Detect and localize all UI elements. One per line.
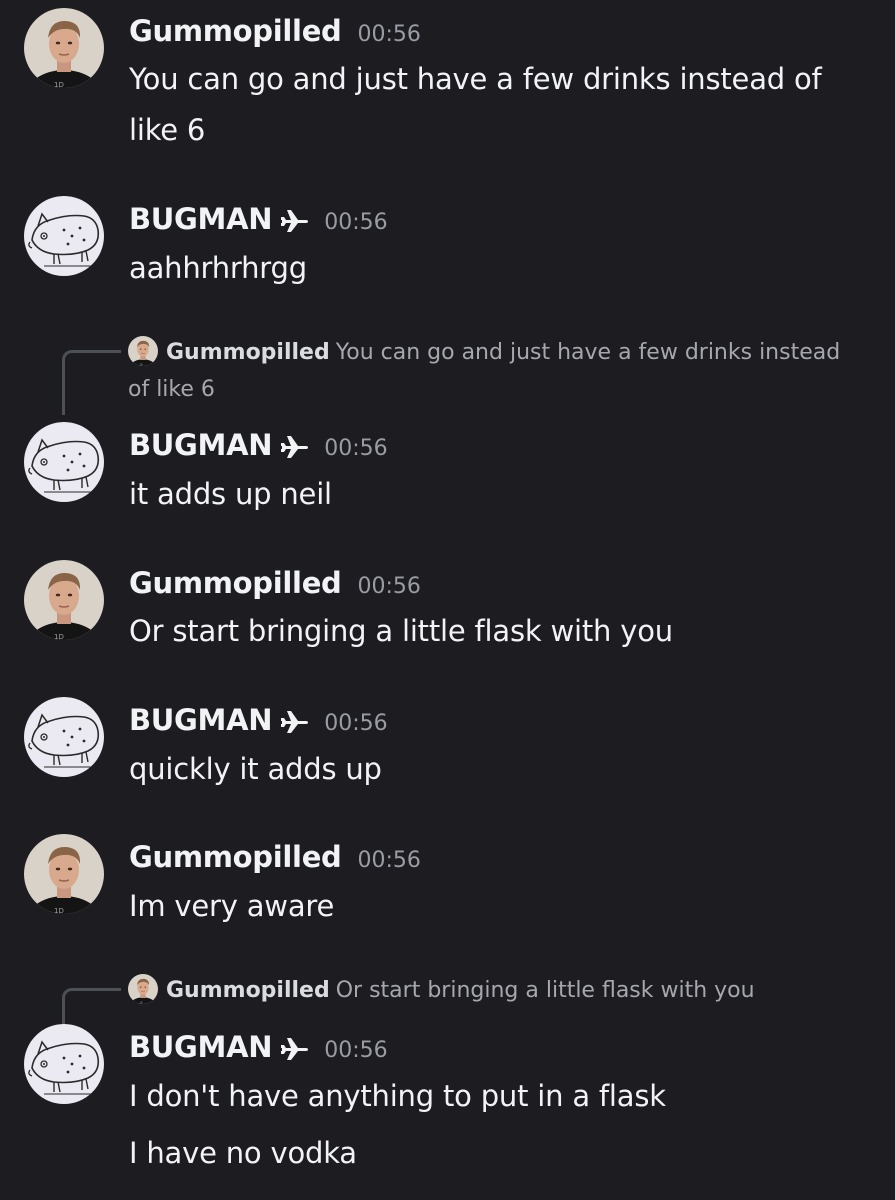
message-text: aahhrhrhrgg: [129, 251, 307, 285]
message-text: I have no vodka: [129, 1136, 357, 1170]
timestamp: 00:56: [357, 574, 421, 599]
message-text: Or start bringing a little flask with yo…: [129, 614, 673, 648]
timestamp: 00:56: [324, 436, 388, 461]
message-header: Gummopilled 00:56: [129, 566, 421, 600]
timestamp: 00:56: [324, 1038, 388, 1063]
avatar[interactable]: [24, 422, 104, 502]
reply-username: Gummopilled: [166, 978, 330, 1003]
avatar[interactable]: [24, 196, 104, 276]
avatar[interactable]: [24, 560, 104, 640]
portrait-avatar-icon: [128, 336, 158, 366]
reply-text: of like 6: [128, 377, 215, 402]
portrait-avatar-icon: [128, 974, 158, 1004]
portrait-avatar-icon: [24, 834, 104, 914]
reply-preview[interactable]: Gummopilled Or start bringing a little fl…: [128, 972, 858, 1009]
username[interactable]: Gummopilled: [129, 566, 342, 600]
reply-text: Or start bringing a little flask with yo…: [335, 978, 755, 1003]
spotted-pig-drawing-icon: [24, 1024, 104, 1104]
message-header: Gummopilled 00:56: [129, 840, 421, 874]
avatar: [128, 974, 158, 1004]
username[interactable]: Gummopilled: [129, 14, 342, 48]
spotted-pig-drawing-icon: [24, 196, 104, 276]
message-header: BUGMAN 00:56: [129, 428, 388, 462]
avatar[interactable]: [24, 834, 104, 914]
message-text: I don't have anything to put in a flask: [129, 1079, 666, 1113]
message-list: Gummopilled 00:56 You can go and just ha…: [0, 0, 895, 1200]
avatar[interactable]: [24, 8, 104, 88]
reply-text: You can go and just have a few drinks in…: [335, 340, 841, 365]
timestamp: 00:56: [324, 711, 388, 736]
timestamp: 00:56: [357, 848, 421, 873]
message-header: Gummopilled 00:56: [129, 14, 421, 48]
timestamp: 00:56: [357, 22, 421, 47]
reply-connector: [62, 350, 121, 415]
message-text: quickly it adds up: [129, 752, 382, 786]
spotted-pig-drawing-icon: [24, 697, 104, 777]
message-text: it adds up neil: [129, 477, 332, 511]
avatar: [128, 336, 158, 366]
airplane-icon: [280, 709, 308, 733]
spotted-pig-drawing-icon: [24, 422, 104, 502]
message-text: You can go and just have a few drinks in…: [129, 62, 822, 96]
portrait-avatar-icon: [24, 560, 104, 640]
username[interactable]: BUGMAN: [129, 1030, 273, 1064]
reply-preview[interactable]: Gummopilled You can go and just have a fe…: [128, 334, 858, 408]
message-text: Im very aware: [129, 889, 335, 923]
username[interactable]: Gummopilled: [129, 840, 342, 874]
username[interactable]: BUGMAN: [129, 703, 273, 737]
message-text: like 6: [129, 113, 206, 147]
reply-connector: [62, 988, 121, 1025]
avatar[interactable]: [24, 1024, 104, 1104]
portrait-avatar-icon: [24, 8, 104, 88]
airplane-icon: [280, 1036, 308, 1060]
message-header: BUGMAN 00:56: [129, 1030, 388, 1064]
message-header: BUGMAN 00:56: [129, 202, 388, 236]
message-header: BUGMAN 00:56: [129, 703, 388, 737]
timestamp: 00:56: [324, 210, 388, 235]
avatar[interactable]: [24, 697, 104, 777]
username[interactable]: BUGMAN: [129, 428, 273, 462]
airplane-icon: [280, 208, 308, 232]
airplane-icon: [280, 434, 308, 458]
reply-username: Gummopilled: [166, 340, 330, 365]
username[interactable]: BUGMAN: [129, 202, 273, 236]
